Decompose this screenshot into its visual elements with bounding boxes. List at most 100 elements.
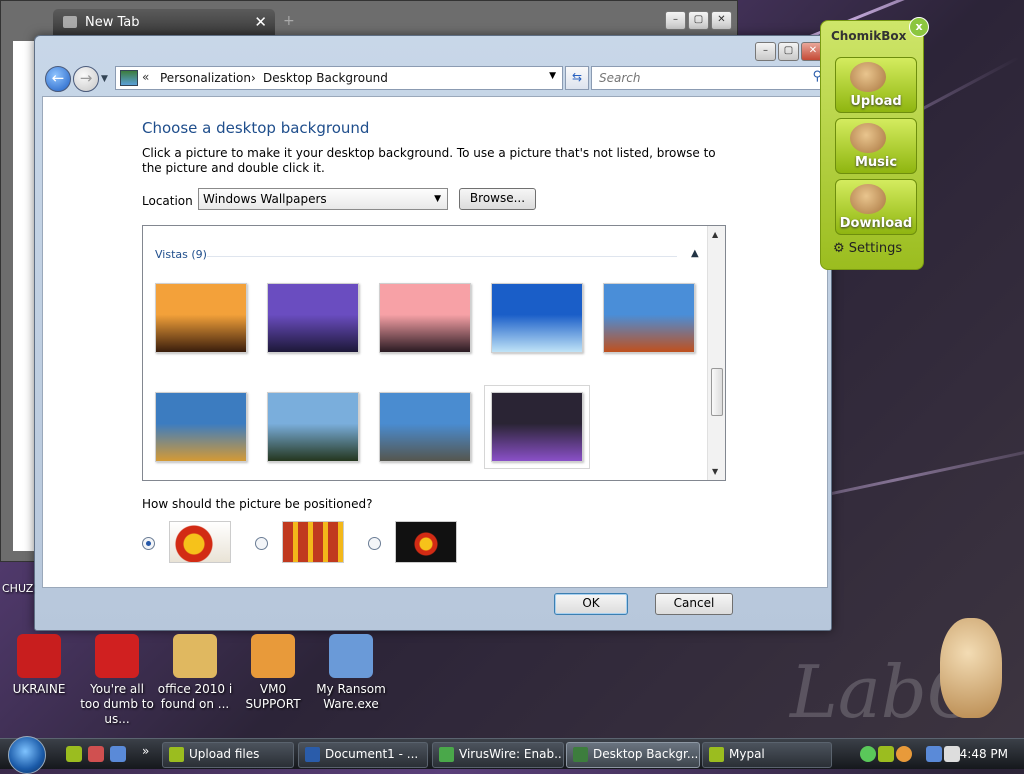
quicklaunch-desktop-icon[interactable]: [110, 746, 126, 762]
control-panel-icon: [120, 70, 138, 86]
desktop-icon-label: My Ransom Ware.exe: [316, 682, 386, 711]
wallpaper-thumbnail-tropical-pier[interactable]: [491, 283, 583, 353]
browser-caption-buttons: – ▢ ✕: [665, 11, 732, 30]
position-preview-fill[interactable]: [169, 521, 231, 563]
upload-button[interactable]: Upload: [835, 57, 917, 113]
position-radio-center[interactable]: [368, 537, 381, 550]
taskbar-button-label: Mypal: [729, 747, 765, 761]
tray-monitor-icon[interactable]: [926, 746, 942, 762]
clock[interactable]: 4:48 PM: [960, 747, 1008, 761]
desktop-icon[interactable]: You're all too dumb to us...: [79, 634, 155, 727]
position-question: How should the picture be positioned?: [142, 497, 373, 511]
desktop-background-window: – ▢ ✕ ← → ▼ « Personalization › Desktop …: [34, 35, 832, 631]
taskbar-button-label: Document1 - ...: [325, 747, 419, 761]
cancel-button[interactable]: Cancel: [655, 593, 733, 615]
taskbar-button-label: Upload files: [189, 747, 260, 761]
wallpaper-thumbnail-rock-arch[interactable]: [603, 283, 695, 353]
chomikbox-panel: ChomikBox x Upload Music Download ⚙ Sett…: [820, 17, 929, 270]
position-radio-fill[interactable]: [142, 537, 155, 550]
hamster-icon: [850, 62, 886, 92]
refresh-button[interactable]: ⇆: [565, 66, 589, 90]
desktop-file-icon: [329, 634, 373, 678]
maximize-button[interactable]: ▢: [688, 11, 709, 30]
page-description: Click a picture to make it your desktop …: [142, 146, 716, 175]
scroll-thumb[interactable]: [711, 368, 723, 416]
desktop-file-icon: [17, 634, 61, 678]
settings-label: Settings: [848, 241, 903, 256]
minimize-button[interactable]: –: [665, 11, 686, 30]
forward-button[interactable]: →: [73, 66, 99, 92]
location-select[interactable]: Windows Wallpapers ▼: [198, 188, 448, 210]
minimize-button[interactable]: –: [755, 42, 776, 61]
taskbar-button[interactable]: Mypal: [702, 742, 832, 768]
download-button[interactable]: Download: [835, 179, 917, 235]
desktop-file-icon: [95, 634, 139, 678]
chevron-down-icon[interactable]: ▼: [549, 71, 556, 81]
hamster-icon: [850, 184, 886, 214]
desktop-icon-label: UKRAINE: [12, 682, 66, 696]
volume-icon[interactable]: [944, 746, 960, 762]
breadcrumb-separator: ›: [251, 71, 256, 85]
scroll-up-icon[interactable]: ▲: [712, 230, 718, 239]
back-button[interactable]: ←: [45, 66, 71, 92]
taskbar-button[interactable]: Document1 - ...: [298, 742, 428, 768]
tab-close-icon[interactable]: ✕: [254, 13, 267, 31]
search-input[interactable]: [597, 68, 801, 88]
browser-tab[interactable]: New Tab ✕: [53, 9, 275, 35]
desktop-icon[interactable]: office 2010 i found on ...: [157, 634, 233, 712]
desktop-icon[interactable]: My Ransom Ware.exe: [313, 634, 389, 712]
group-divider: [207, 256, 677, 257]
taskbar-button[interactable]: VirusWire: Enab...: [432, 742, 564, 768]
wallpaper-thumbnail-desert-plain[interactable]: [155, 392, 247, 462]
settings-link[interactable]: ⚙ Settings: [833, 241, 902, 256]
wallpaper-thumbnail-sunset-rocks[interactable]: [155, 283, 247, 353]
taskbar-button-label: Desktop Backgr...: [593, 747, 699, 761]
quicklaunch-chomik-icon[interactable]: [66, 746, 82, 762]
tab-favicon-icon: [63, 16, 77, 28]
breadcrumb-personalization[interactable]: Personalization: [160, 71, 251, 85]
wallpaper-thumbnail-mountain-lake[interactable]: [267, 392, 359, 462]
tray-search-icon[interactable]: [896, 746, 912, 762]
maximize-button[interactable]: ▢: [778, 42, 799, 61]
chomikbox-close-button[interactable]: x: [909, 17, 929, 37]
address-field[interactable]: « Personalization › Desktop Background ▼: [115, 66, 563, 90]
gear-icon: ⚙: [833, 241, 845, 256]
browse-button[interactable]: Browse...: [459, 188, 536, 210]
wallpaper-thumbnail-city-bridge[interactable]: [267, 283, 359, 353]
quicklaunch-more-icon[interactable]: »: [142, 744, 149, 758]
breadcrumb-chevron[interactable]: «: [142, 70, 149, 84]
browser-tab-title: New Tab: [85, 15, 140, 30]
position-preview-center[interactable]: [395, 521, 457, 563]
start-button[interactable]: [8, 736, 46, 774]
wallpaper-thumbnail-purple-streaks[interactable]: [484, 385, 590, 469]
scroll-down-icon[interactable]: ▼: [712, 467, 718, 476]
ok-button[interactable]: OK: [554, 593, 628, 615]
system-tray: 4:48 PM: [856, 742, 1024, 766]
collapse-group-icon[interactable]: ▲: [691, 248, 699, 259]
position-preview-tile[interactable]: [282, 521, 344, 563]
desktop-icon-label: office 2010 i found on ...: [157, 682, 233, 711]
content-pane: Choose a desktop background Click a pict…: [42, 96, 828, 588]
group-header[interactable]: Vistas (9): [155, 248, 207, 261]
music-button[interactable]: Music: [835, 118, 917, 174]
position-radio-tile[interactable]: [255, 537, 268, 550]
app-icon: [439, 747, 454, 762]
chevron-down-icon: ▼: [434, 194, 441, 204]
gallery-scrollbar[interactable]: ▲ ▼: [707, 226, 725, 480]
taskbar-button[interactable]: Upload files: [162, 742, 294, 768]
desktop-icon[interactable]: VM0 SUPPORT: [235, 634, 311, 712]
wallpaper-thumbnail-sea-sunset[interactable]: [379, 283, 471, 353]
wallpaper-thumbnail-cliff-clouds[interactable]: [379, 392, 471, 462]
desktop-icon[interactable]: UKRAINE: [1, 634, 77, 697]
quicklaunch-browser-icon[interactable]: [88, 746, 104, 762]
tray-network-icon[interactable]: [860, 746, 876, 762]
address-bar: ← → ▼ « Personalization › Desktop Backgr…: [43, 64, 829, 92]
recent-pages-dropdown-icon[interactable]: ▼: [101, 74, 108, 84]
taskbar-button[interactable]: Desktop Backgr...: [566, 742, 700, 768]
breadcrumb-desktop-background[interactable]: Desktop Background: [263, 71, 388, 85]
new-tab-button[interactable]: +: [283, 13, 295, 29]
tray-chomik-icon[interactable]: [878, 746, 894, 762]
partial-desktop-icon-label[interactable]: CHUZ: [2, 582, 33, 595]
browser-content-strip: [13, 41, 35, 551]
close-button[interactable]: ✕: [711, 11, 732, 30]
